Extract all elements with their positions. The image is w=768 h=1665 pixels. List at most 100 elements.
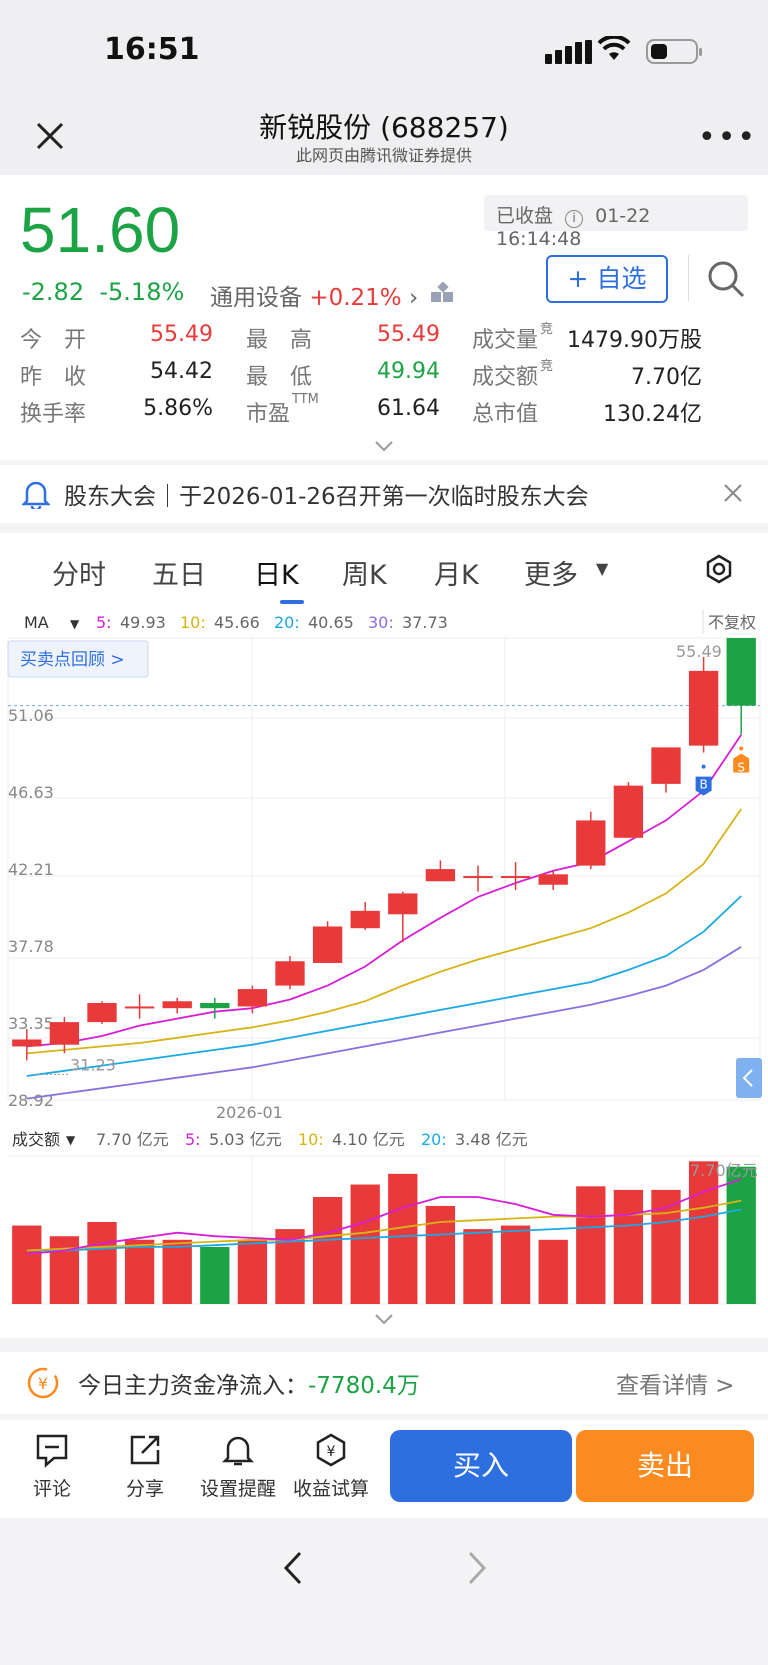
profit-calc-label: 收益试算	[292, 1478, 369, 1500]
candle-body	[538, 874, 568, 885]
set-alert-label: 设置提醒	[199, 1478, 276, 1500]
tab-4[interactable]: 月K	[434, 553, 479, 592]
svg-text:¥: ¥	[327, 1444, 336, 1460]
vol-value-3: 3.48 亿元	[455, 1130, 528, 1149]
change-percent: -5.18%	[99, 278, 185, 306]
buy-button[interactable]: 买入	[390, 1430, 572, 1502]
kline-chart[interactable]: MA ▼ 5: 49.93 10: 45.66 20: 40.65 30: 37.73 不复权 51.…	[0, 608, 768, 1308]
sector-grid-icon[interactable]	[430, 282, 456, 306]
volume-bar	[388, 1173, 418, 1304]
volume-bar	[538, 1239, 568, 1304]
dismiss-icon[interactable]	[722, 482, 744, 504]
capital-flow-text: 今日主力资金净流入：-7780.4万	[78, 1366, 420, 1400]
stat-label: 成交量	[472, 328, 539, 353]
price-change: -2.82 -5.18%	[22, 278, 184, 306]
price-tick-label: 33.35	[8, 1014, 54, 1033]
capital-flow-value: -7780.4万	[308, 1373, 420, 1399]
tab-0[interactable]: 分时	[52, 553, 106, 592]
date-label: 2026-01	[216, 1103, 283, 1122]
dropdown-caret-icon: ▼	[596, 559, 609, 578]
chart-settings-icon[interactable]	[703, 553, 735, 585]
quote-panel: 51.60 -2.82 -5.18% 通用设备 +0.21% › 已收盘 i 0…	[0, 175, 768, 460]
candle-body	[651, 747, 681, 784]
period-tabs: 分时 五日 日K 周K 月K 更多 ▼	[0, 533, 768, 608]
stat-label: 昨 收	[20, 365, 87, 390]
bell-icon	[22, 481, 50, 509]
active-tab-indicator	[280, 600, 304, 604]
share-button[interactable]: 分享	[100, 1432, 190, 1501]
info-icon[interactable]: i	[565, 210, 584, 228]
more-menu-icon[interactable]: •••	[698, 120, 757, 155]
stat-value: 130.24亿	[603, 402, 702, 427]
stat-label: 换手率	[20, 402, 87, 427]
price-tick-label: 42.21	[8, 860, 54, 879]
volume-bar	[124, 1239, 155, 1304]
yuan-coin-icon: ¥	[27, 1367, 59, 1399]
volume-bar	[726, 1166, 756, 1304]
volume-bar	[49, 1236, 80, 1304]
tab-3[interactable]: 周K	[342, 553, 387, 592]
add-watchlist-button[interactable]: + 自选	[546, 255, 668, 303]
industry-link[interactable]: 通用设备 +0.21% ›	[210, 278, 418, 312]
stats-row: 今 开 55.49 最 高 55.49 成交量竞 1479.90万股	[20, 322, 748, 359]
candle-body	[200, 1002, 230, 1009]
price-tick-label: 28.92	[8, 1091, 54, 1110]
stat-value: 61.64	[377, 396, 440, 421]
candle-body	[388, 893, 418, 915]
browser-toolbar	[0, 1518, 768, 1665]
comment-label: 评论	[32, 1478, 71, 1500]
search-icon[interactable]	[706, 259, 746, 299]
stat-value: 5.86%	[143, 396, 213, 421]
comment-button[interactable]: 评论	[7, 1432, 97, 1501]
stat-label: 成交额	[472, 365, 539, 390]
vol-value-2: 4.10 亿元	[332, 1130, 405, 1149]
candle-body	[275, 961, 305, 986]
set-alert-button[interactable]: 设置提醒	[193, 1432, 283, 1501]
change-value: -2.82	[22, 278, 85, 306]
candle-body	[162, 1001, 192, 1009]
view-details-link[interactable]: 查看详情 >	[616, 1366, 735, 1400]
svg-text:¥: ¥	[38, 1374, 48, 1393]
stat-value: 1479.90万股	[567, 328, 702, 353]
wifi-icon	[597, 36, 631, 60]
back-arrow-icon[interactable]	[282, 1550, 304, 1586]
chart-card: 分时 五日 日K 周K 月K 更多 ▼ MA ▼ 5: 49.93 10: 45.66 20: 40.65…	[0, 533, 768, 1338]
low-label: 31.23	[70, 1055, 116, 1074]
ma10-line	[26, 808, 742, 1055]
price-tick-label: 46.63	[8, 783, 54, 802]
stat-label: 总市值	[472, 402, 539, 427]
ma-value-2: 40.65	[308, 613, 354, 632]
candle-body	[237, 989, 268, 1007]
stat-value: 55.49	[150, 322, 213, 347]
collapse-chevron-icon[interactable]	[374, 1313, 394, 1325]
quote-stats: 今 开 55.49 最 高 55.49 成交量竞 1479.90万股昨 收 54.42 最 低…	[20, 322, 748, 433]
volume-bar	[162, 1239, 192, 1304]
capital-flow-bar[interactable]: ¥ 今日主力资金净流入：-7780.4万 查看详情 >	[0, 1352, 768, 1414]
price-tick-label: 51.06	[8, 706, 54, 725]
candle-body	[425, 869, 456, 882]
tab-1[interactable]: 五日	[152, 553, 206, 592]
last-price: 51.60	[20, 194, 181, 266]
tab-2[interactable]: 日K	[254, 553, 299, 592]
divider	[688, 255, 689, 301]
status-bar: 16:51	[0, 0, 768, 100]
profit-calc-button[interactable]: ¥ 收益试算	[286, 1432, 376, 1501]
stat-value: 7.70亿	[631, 365, 702, 390]
tab-5[interactable]: 更多	[524, 553, 578, 592]
price-tick-label: 37.78	[8, 937, 54, 956]
vol-key-3: 20:	[421, 1130, 447, 1149]
expand-chevron-icon[interactable]	[374, 440, 394, 452]
nav-bar: 新锐股份 (688257) 此网页由腾讯微证券提供 •••	[0, 100, 768, 175]
ma-key-1: 10:	[180, 613, 206, 632]
ma-key-3: 30:	[368, 613, 394, 632]
stats-row: 换手率 5.86% 市盈 TTM 61.64 总市值 130.24亿	[20, 392, 748, 433]
adjust-label: 不复权	[708, 613, 756, 632]
sell-button[interactable]: 卖出	[576, 1430, 754, 1502]
industry-name: 通用设备	[210, 285, 302, 311]
side-collapse-tab[interactable]	[736, 1058, 762, 1098]
announcement-bar[interactable]: 股东大会｜于2026-01-26召开第一次临时股东大会	[0, 465, 768, 523]
forward-arrow-icon[interactable]	[466, 1550, 488, 1586]
action-bar: 评论 分享 设置提醒 ¥ 收益试算 买入 卖出	[0, 1420, 768, 1518]
volume-dropdown-icon: ▼	[66, 1133, 76, 1147]
signal-icon	[545, 40, 592, 64]
